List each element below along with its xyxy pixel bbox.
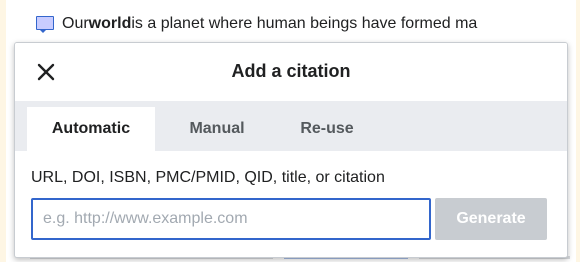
dialog-header: Add a citation — [15, 43, 567, 101]
generate-button[interactable]: Generate — [435, 198, 547, 240]
tab-automatic[interactable]: Automatic — [27, 107, 155, 151]
dialog-title: Add a citation — [231, 61, 351, 81]
tab-reuse[interactable]: Re-use — [277, 107, 377, 151]
citation-tabs: Automatic Manual Re-use — [15, 101, 567, 151]
article-text-bold: world — [88, 15, 132, 32]
citation-lookup-input[interactable] — [31, 198, 431, 240]
citation-input-label: URL, DOI, ISBN, PMC/PMID, QID, title, or… — [31, 169, 385, 186]
citation-placeholder-icon[interactable] — [34, 15, 56, 33]
article-text-after: is a planet where human beings have form… — [131, 15, 478, 32]
add-citation-dialog: Add a citation Automatic Manual Re-use U… — [14, 42, 568, 258]
tab-manual[interactable]: Manual — [167, 107, 267, 151]
article-text-before: Our — [62, 15, 89, 32]
article-text-line: Our world is a planet where human beings… — [34, 12, 580, 36]
